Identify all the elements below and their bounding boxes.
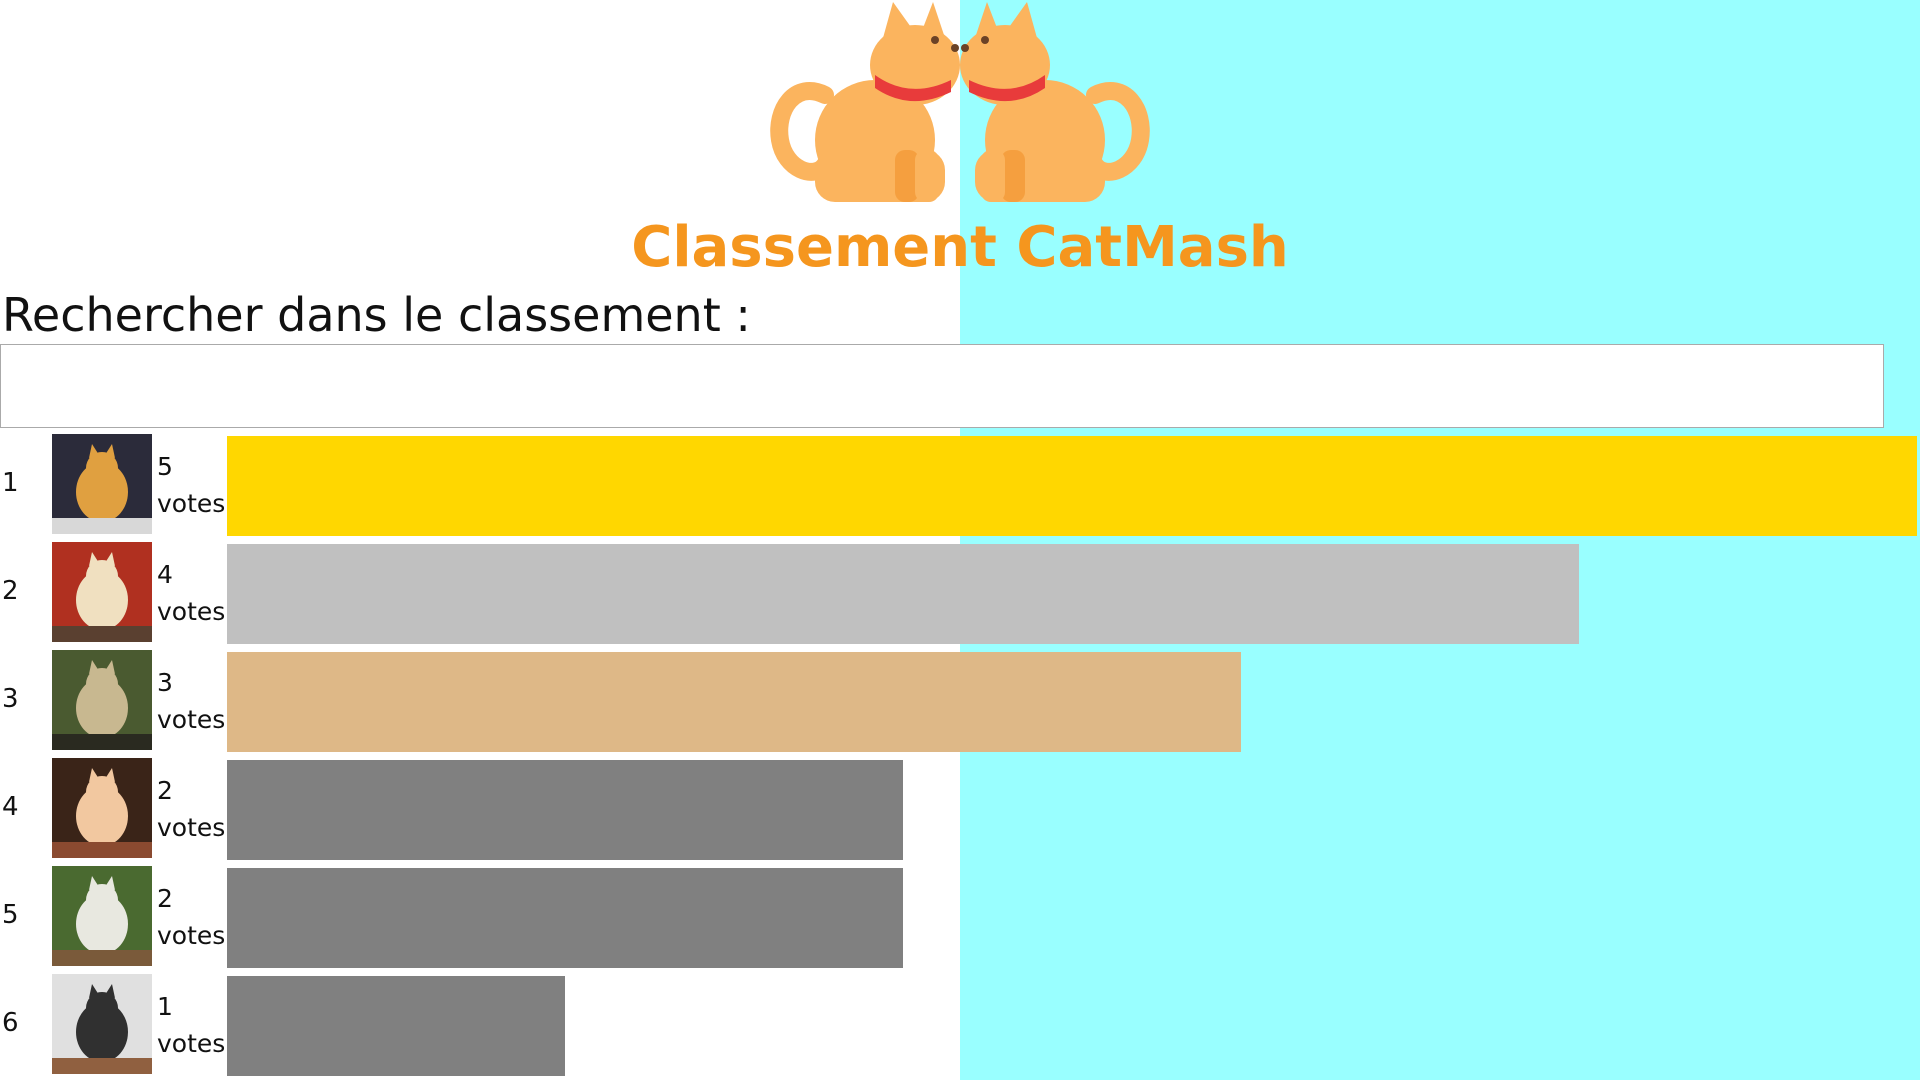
vote-number: 2 — [157, 884, 173, 913]
search-input[interactable] — [0, 344, 1884, 428]
rank-number: 3 — [2, 684, 19, 714]
vote-bar — [227, 760, 903, 860]
woman-cat-photo-icon — [52, 758, 152, 858]
ranking-list: 1 5 votes 2 4 votes 3 3 votes 4 2 votes 5 2 votes 6 1 vot… — [0, 432, 1920, 1080]
ranking-row: 5 2 votes — [0, 864, 1920, 972]
vote-count: 4 votes — [157, 556, 227, 630]
cat-bridge-photo-icon — [52, 866, 152, 966]
cat-box-photo-icon — [52, 974, 152, 1074]
two-cats-logo-icon — [755, 0, 1165, 215]
rank-number: 5 — [2, 900, 19, 930]
vote-count: 5 votes — [157, 448, 227, 522]
page-title: Classement CatMash — [631, 215, 1289, 280]
cat-sitting-photo-icon — [52, 650, 152, 750]
rank-number: 6 — [2, 1008, 19, 1038]
cat-dj-photo-icon — [52, 434, 152, 534]
ranking-row: 3 3 votes — [0, 648, 1920, 756]
vote-label: votes — [157, 705, 226, 734]
vote-bar — [227, 436, 1917, 536]
vote-label: votes — [157, 813, 226, 842]
vote-number: 3 — [157, 668, 173, 697]
vote-count: 3 votes — [157, 664, 227, 738]
vote-number: 5 — [157, 452, 173, 481]
vote-label: votes — [157, 489, 226, 518]
ranking-row: 6 1 votes — [0, 972, 1920, 1080]
vote-count: 1 votes — [157, 988, 227, 1062]
vote-label: votes — [157, 597, 226, 626]
vote-count: 2 votes — [157, 880, 227, 954]
vote-bar — [227, 976, 565, 1076]
vote-bar — [227, 544, 1579, 644]
ranking-row: 1 5 votes — [0, 432, 1920, 540]
vote-count: 2 votes — [157, 772, 227, 846]
rank-number: 4 — [2, 792, 19, 822]
catmash-ranking-page: Classement CatMash Rechercher dans le cl… — [0, 0, 1920, 1080]
ranking-row: 4 2 votes — [0, 756, 1920, 864]
rank-number: 1 — [2, 468, 19, 498]
search-label: Rechercher dans le classement : — [2, 288, 751, 342]
vote-number: 1 — [157, 992, 173, 1021]
vote-number: 2 — [157, 776, 173, 805]
cat-blanket-photo-icon — [52, 542, 152, 642]
vote-bar — [227, 868, 903, 968]
rank-number: 2 — [2, 576, 19, 606]
vote-label: votes — [157, 921, 226, 950]
ranking-row: 2 4 votes — [0, 540, 1920, 648]
vote-bar — [227, 652, 1241, 752]
vote-number: 4 — [157, 560, 173, 589]
vote-label: votes — [157, 1029, 226, 1058]
